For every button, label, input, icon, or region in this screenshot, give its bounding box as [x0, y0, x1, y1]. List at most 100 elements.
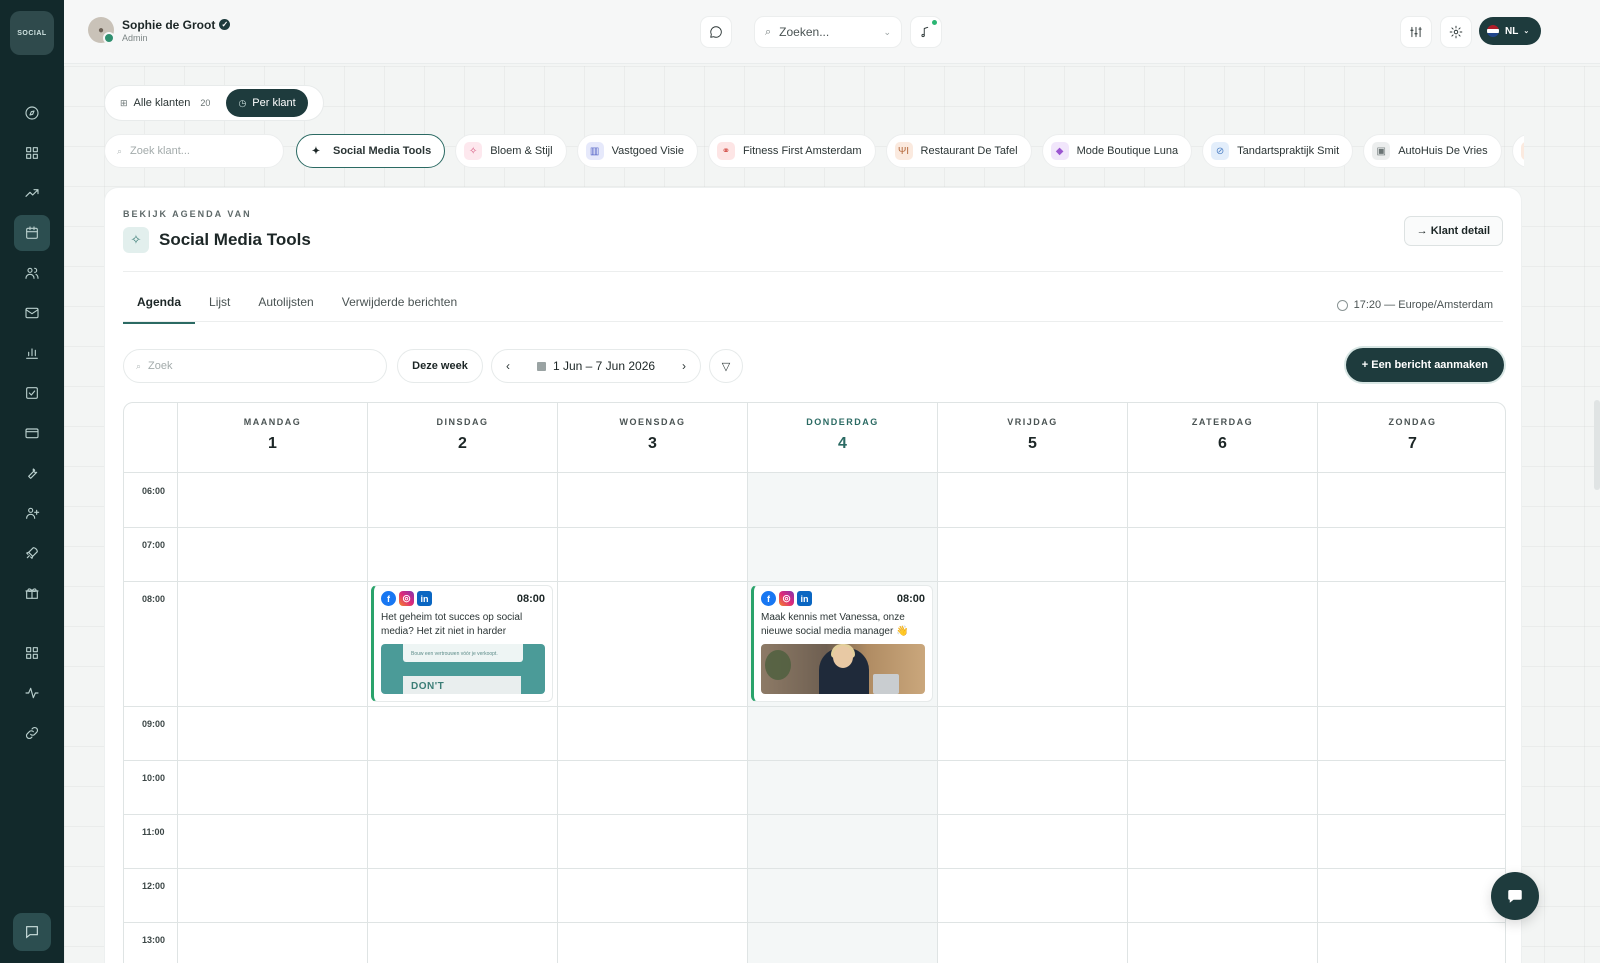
tab-1[interactable]: Lijst	[195, 284, 244, 324]
calendar-event[interactable]: f ◎ in 08:00 Maak kennis met Vanessa, onze n…	[751, 585, 933, 702]
per-client-tab[interactable]: ◷ Per klant	[226, 89, 308, 117]
sidebar-item-bottom-2[interactable]	[14, 715, 50, 751]
all-clients-tab[interactable]: ⊞ Alle klanten 20	[108, 89, 222, 117]
chevron-down-icon: ⌄	[1523, 28, 1530, 35]
sidebar-item-12[interactable]	[14, 575, 50, 611]
client-chip[interactable]: ✧ Bloem & Stijl	[455, 134, 567, 168]
sidebar-item-7[interactable]	[14, 375, 50, 411]
sidebar-item-11[interactable]	[14, 535, 50, 571]
all-clients-label: Alle klanten	[133, 97, 191, 109]
rocket-icon	[26, 547, 38, 559]
sidebar-item-4[interactable]	[14, 255, 50, 291]
filters-button[interactable]	[1400, 16, 1432, 48]
global-search-placeholder: Zoeken...	[779, 25, 830, 39]
sidebar-item-8[interactable]	[14, 415, 50, 451]
client-icon: ⊘	[1211, 142, 1230, 160]
client-detail-button[interactable]: → Klant detail	[1403, 216, 1503, 246]
client-search-input[interactable]: ⌕ Zoek klant...	[104, 134, 284, 168]
client-chip-label: Social Media Tools	[333, 145, 432, 157]
sidebar-item-5[interactable]	[14, 295, 50, 331]
status-dot	[932, 20, 937, 25]
global-search[interactable]: ⌕ Zoeken... ⌄	[754, 16, 902, 48]
client-chip-label: Vastgoed Visie	[611, 145, 684, 157]
day-name: ZONDAG	[1388, 417, 1437, 427]
day-column[interactable]	[1317, 473, 1505, 963]
client-chip[interactable]: ΨΙ Restaurant De Tafel	[885, 134, 1032, 168]
tab-2[interactable]: Autolijsten	[244, 284, 327, 324]
day-column[interactable]	[557, 473, 747, 963]
client-chip[interactable]: ⚒Bouwbedrijf	[1511, 134, 1524, 168]
chat-fab-button[interactable]	[1491, 872, 1539, 920]
client-chip[interactable]: ⚭ Fitness First Amsterdam	[707, 134, 876, 168]
day-column[interactable]	[747, 473, 937, 963]
day-header: DINSDAG 2	[367, 403, 557, 473]
credit-card-icon	[25, 428, 39, 439]
next-week-button[interactable]: ›	[668, 359, 700, 373]
event-text: Maak kennis met Vanessa, onze nieuwe soc…	[761, 612, 909, 637]
music-button[interactable]	[910, 16, 942, 48]
hour-line	[124, 922, 1505, 923]
date-range-picker: ‹ 1 Jun – 7 Jun 2026 ›	[491, 349, 701, 383]
prev-week-button[interactable]: ‹	[492, 359, 524, 373]
day-header: ZATERDAG 6	[1127, 403, 1317, 473]
tab-0[interactable]: Agenda	[123, 284, 196, 324]
time-label: 10:00	[142, 773, 166, 783]
tab-3[interactable]: Verwijderde berichten	[328, 284, 471, 324]
language-switcher[interactable]: NL ⌄	[1479, 17, 1541, 45]
filter-button[interactable]: ▽	[709, 349, 743, 383]
client-icon: ⚒	[1520, 142, 1524, 160]
client-chip[interactable]: ✦ Social Media Tools	[296, 134, 446, 168]
sidebar-item-3[interactable]	[14, 215, 50, 251]
post-image-text: DON'T	[411, 681, 445, 692]
day-column[interactable]	[367, 473, 557, 963]
day-header: VRIJDAG 5	[937, 403, 1127, 473]
sidebar-item-1[interactable]	[14, 135, 50, 171]
client-chip[interactable]: ⊘ Tandartspraktijk Smit	[1202, 134, 1354, 168]
user-role: Admin	[122, 32, 148, 43]
sidebar-item-9[interactable]	[14, 455, 50, 491]
agenda-search-input[interactable]: ⌕ Zoek	[123, 349, 387, 383]
settings-button[interactable]	[1440, 16, 1472, 48]
sidebar-item-2[interactable]	[14, 175, 50, 211]
calendar-event[interactable]: f ◎ in 08:00 Het geheim tot succes op social…	[371, 585, 553, 702]
time-label: 13:00	[142, 935, 166, 945]
sidebar-item-bottom-0[interactable]	[14, 635, 50, 671]
app-logo[interactable]: SOCIAL	[10, 11, 54, 55]
search-icon: ⌕	[136, 360, 142, 371]
create-post-button[interactable]: + Een bericht aanmaken	[1345, 348, 1504, 382]
time-label: 07:00	[142, 540, 166, 550]
messages-button[interactable]	[700, 16, 732, 48]
sidebar-item-0[interactable]	[14, 95, 50, 131]
sidebar-item-6[interactable]	[14, 335, 50, 371]
clock-icon: ◷	[238, 97, 247, 108]
day-header: MAANDAG 1	[177, 403, 367, 473]
time-label: 09:00	[142, 719, 166, 729]
apps-icon	[26, 647, 38, 659]
day-name: MAANDAG	[243, 417, 302, 427]
all-clients-count: 20	[200, 98, 211, 108]
calendar-header: MAANDAG 1 DINSDAG 2 WOENSDAG 3 DONDERDAG 4 VRIJD…	[124, 403, 1505, 473]
date-range[interactable]: 1 Jun – 7 Jun 2026	[524, 359, 668, 373]
day-column[interactable]	[937, 473, 1127, 963]
sidebar-item-10[interactable]	[14, 495, 50, 531]
client-chip[interactable]: ▥ Vastgoed Visie	[576, 134, 698, 168]
day-column[interactable]	[177, 473, 367, 963]
client-chip-label: Mode Boutique Luna	[1076, 145, 1179, 157]
users-icon	[25, 267, 39, 279]
client-icon: ▣	[1372, 142, 1391, 160]
page-scrollbar[interactable]	[1594, 400, 1600, 490]
sidebar-item-bottom-1[interactable]	[14, 675, 50, 711]
client-chip[interactable]: ▣ AutoHuis De Vries	[1363, 134, 1502, 168]
user-profile[interactable]: ● Sophie de Groot ✓ Admin	[88, 17, 231, 44]
avatar[interactable]: ●	[88, 17, 115, 44]
day-column[interactable]	[1127, 473, 1317, 963]
instagram-icon: ◎	[399, 591, 414, 606]
client-chip[interactable]: ◆ Mode Boutique Luna	[1041, 134, 1193, 168]
chat-icon	[26, 926, 38, 939]
day-name: DINSDAG	[436, 417, 489, 427]
client-icon: ▥	[585, 142, 604, 160]
linkedin-icon: in	[417, 591, 432, 606]
this-week-button[interactable]: Deze week	[397, 349, 483, 383]
facebook-icon: f	[761, 591, 776, 606]
sidebar-chat-button[interactable]	[13, 913, 51, 951]
